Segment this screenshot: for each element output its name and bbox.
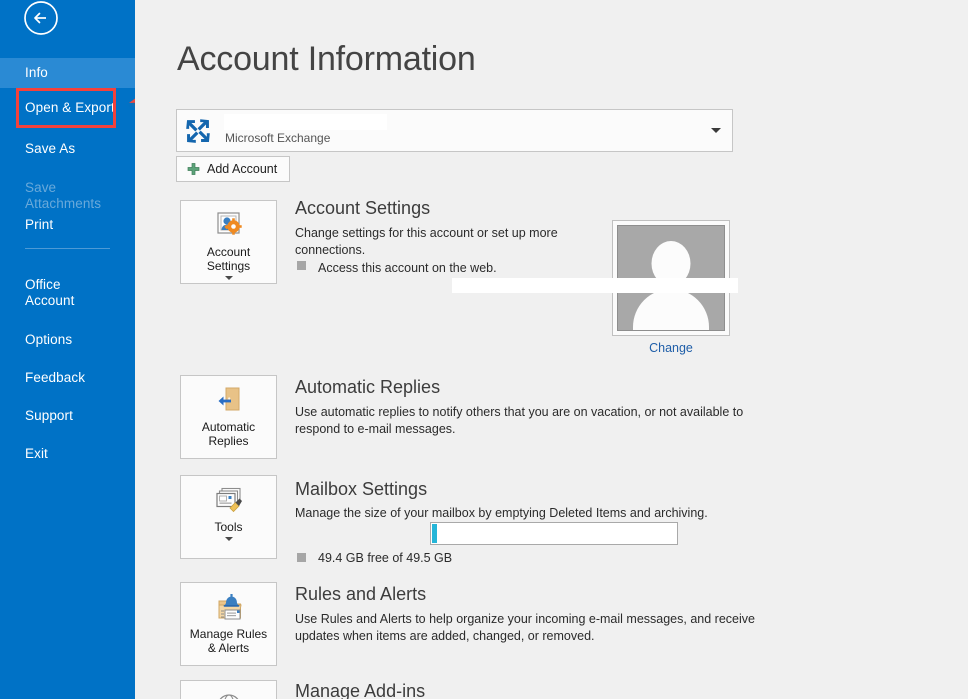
tile-icon-wrap	[213, 485, 245, 517]
backstage-sidebar: Info Open & Export Save As Save Attachments…	[0, 0, 135, 699]
page-title: Account Information	[177, 40, 476, 79]
plus-icon	[187, 163, 200, 176]
mailbox-settings-description: Manage the size of your mailbox by empty…	[295, 505, 708, 522]
sidebar-item-label: Print	[25, 217, 53, 232]
account-selector-dropdown[interactable]: Microsoft Exchange	[176, 109, 733, 152]
account-settings-icon	[213, 210, 245, 242]
tile-icon-wrap	[213, 210, 245, 242]
manage-addins-tile[interactable]	[180, 680, 277, 699]
person-placeholder-head-icon	[652, 241, 691, 286]
account-type-label: Microsoft Exchange	[225, 131, 330, 145]
account-settings-bullet-text: Access this account on the web.	[318, 261, 497, 275]
sidebar-item-label: Options	[25, 332, 72, 347]
sidebar-item-label: Exit	[25, 446, 48, 461]
add-account-label: Add Account	[207, 162, 277, 176]
sidebar-item-label: Info	[25, 65, 48, 80]
tile-icon-wrap	[213, 592, 245, 624]
sidebar-item-exit[interactable]: Exit	[0, 441, 135, 467]
chevron-down-icon[interactable]	[225, 276, 233, 280]
automatic-replies-description: Use automatic replies to notify others t…	[295, 404, 743, 438]
back-arrow-icon	[23, 0, 59, 36]
addins-globe-icon	[213, 690, 245, 699]
tools-icon	[213, 485, 245, 517]
automatic-replies-tile[interactable]: Automatic Replies	[180, 375, 277, 459]
sidebar-item-label: Office Account	[25, 277, 74, 308]
microsoft-exchange-logo	[184, 117, 212, 145]
main-content: Account Information Microsoft Exchange	[135, 0, 968, 699]
rules-and-alerts-description: Use Rules and Alerts to help organize yo…	[295, 611, 755, 645]
chevron-down-icon	[711, 128, 721, 133]
sidebar-item-label: Save As	[25, 141, 75, 156]
sidebar-item-print[interactable]: Print	[0, 212, 135, 238]
sidebar-item-save-as[interactable]: Save As	[0, 136, 135, 162]
sidebar-item-info[interactable]: Info	[0, 58, 135, 88]
mailbox-quota-fill	[432, 524, 437, 543]
automatic-replies-heading: Automatic Replies	[295, 377, 440, 398]
sidebar-item-label: Open & Export	[25, 100, 115, 115]
account-settings-tile-label: Account Settings	[207, 245, 250, 273]
square-bullet-icon	[297, 261, 306, 270]
rules-alerts-icon	[213, 592, 245, 624]
tile-icon-wrap	[213, 385, 245, 417]
rules-and-alerts-tile-label: Manage Rules & Alerts	[190, 627, 267, 655]
chevron-down-icon[interactable]	[225, 537, 233, 541]
manage-addins-heading: Manage Add-ins	[295, 681, 425, 699]
outlook-backstage-account-information: Info Open & Export Save As Save Attachments…	[0, 0, 968, 699]
sidebar-item-label: Save Attachments	[25, 180, 101, 211]
tile-icon-wrap	[213, 690, 245, 699]
account-settings-tile[interactable]: Account Settings	[180, 200, 277, 284]
mailbox-settings-bullet-text: 49.4 GB free of 49.5 GB	[318, 551, 452, 565]
mailbox-settings-heading: Mailbox Settings	[295, 479, 427, 500]
change-photo-link[interactable]: Change	[612, 341, 730, 355]
account-email-redacted	[224, 114, 387, 130]
automatic-replies-icon	[213, 385, 245, 417]
person-placeholder-body-icon	[633, 289, 709, 331]
mailbox-settings-tile[interactable]: Tools	[180, 475, 277, 559]
sidebar-item-support[interactable]: Support	[0, 403, 135, 429]
square-bullet-icon	[297, 553, 306, 562]
sidebar-item-office-account[interactable]: Office Account	[0, 272, 135, 312]
add-account-button[interactable]: Add Account	[176, 156, 290, 182]
account-settings-description: Change settings for this account or set …	[295, 225, 558, 259]
account-settings-heading: Account Settings	[295, 198, 430, 219]
sidebar-divider	[25, 248, 110, 249]
automatic-replies-tile-label: Automatic Replies	[202, 420, 255, 448]
avatar-placeholder	[617, 225, 725, 331]
sidebar-item-options[interactable]: Options	[0, 327, 135, 353]
avatar[interactable]	[612, 220, 730, 336]
sidebar-item-label: Feedback	[25, 370, 85, 385]
rules-and-alerts-tile[interactable]: Manage Rules & Alerts	[180, 582, 277, 666]
rules-and-alerts-heading: Rules and Alerts	[295, 584, 426, 605]
sidebar-item-label: Support	[25, 408, 73, 423]
back-button[interactable]	[23, 0, 59, 36]
mailbox-quota-bar	[430, 522, 678, 545]
sidebar-item-feedback[interactable]: Feedback	[0, 365, 135, 391]
sidebar-item-open-export[interactable]: Open & Export	[0, 95, 135, 121]
mailbox-settings-tile-label: Tools	[214, 520, 242, 534]
sidebar-item-save-attachments: Save Attachments	[0, 175, 135, 201]
